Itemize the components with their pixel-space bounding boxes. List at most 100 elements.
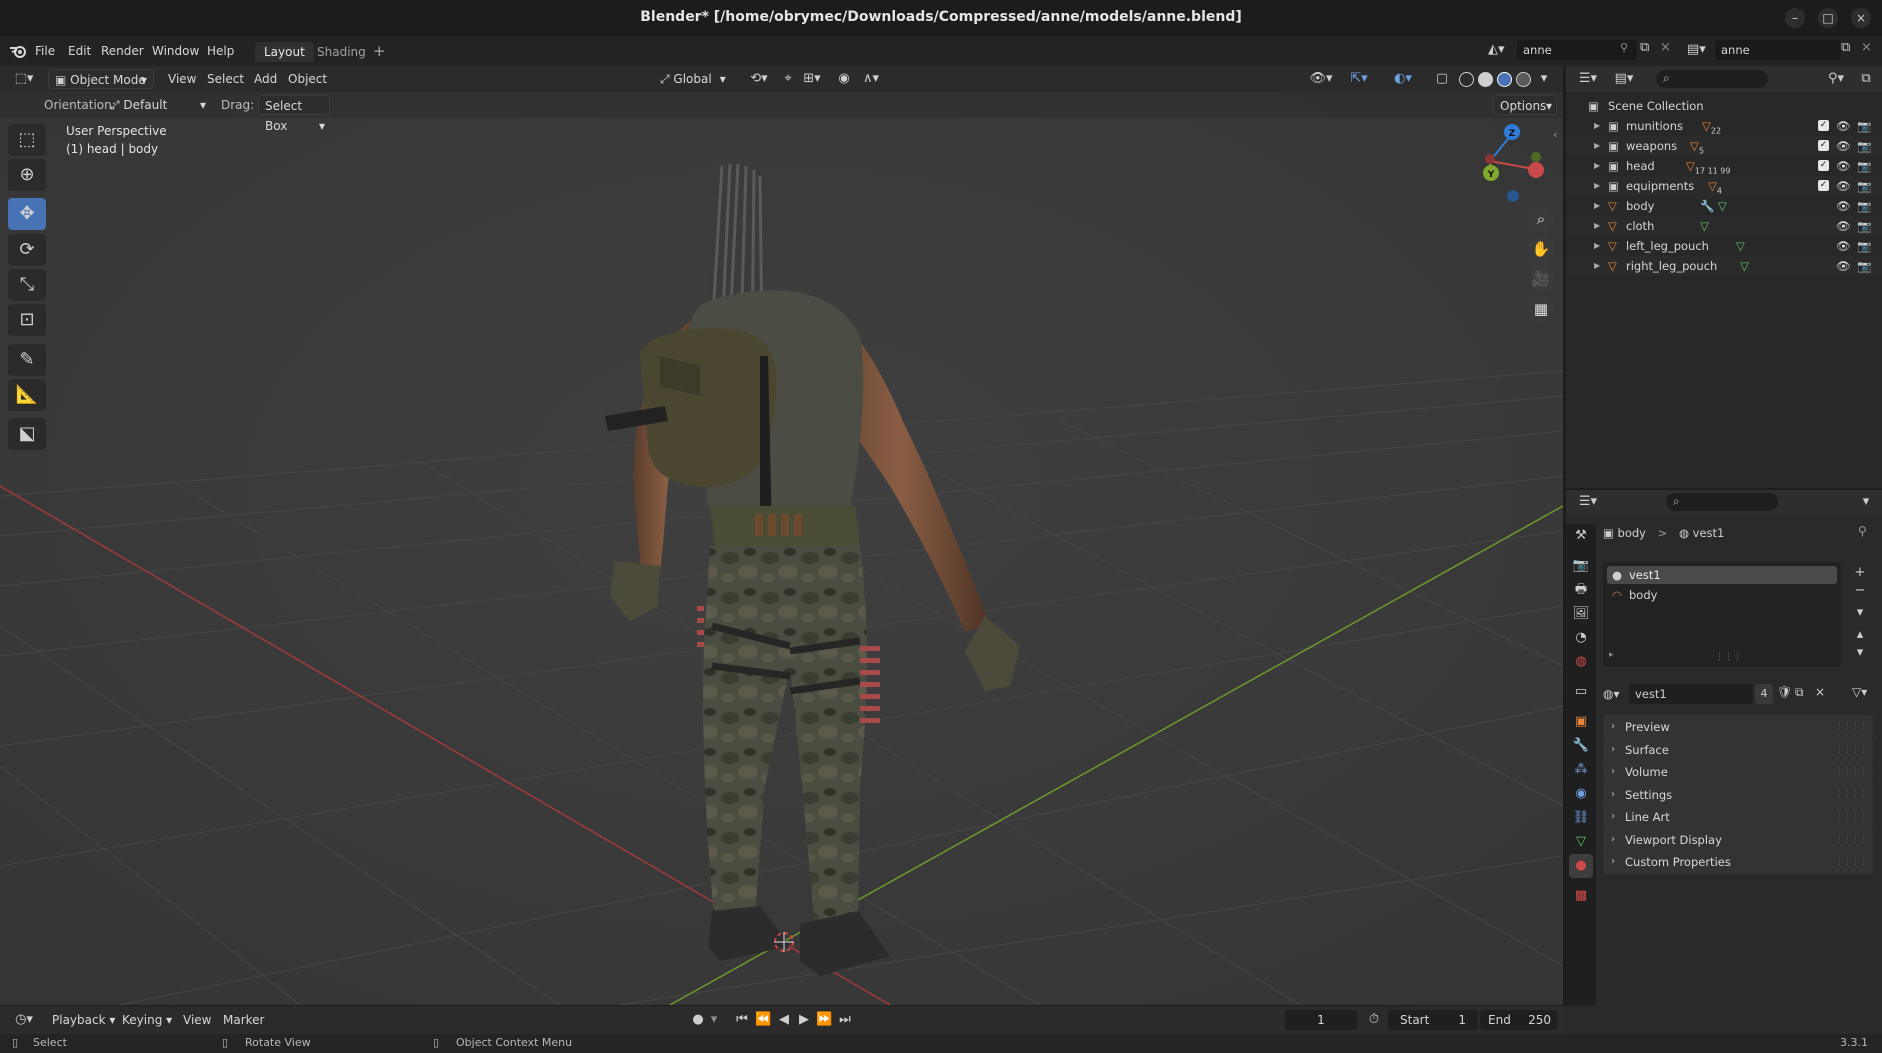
menu-render[interactable]: Render [101, 42, 144, 60]
menu-help[interactable]: Help [207, 42, 234, 60]
tab-layout[interactable]: Layout [255, 42, 314, 62]
exclude-checkbox[interactable]: ✓ [1818, 180, 1829, 191]
jump-start-icon[interactable]: ⏮ [734, 1012, 750, 1028]
orientation-dropdown[interactable]: ⤢ Default ▾ [110, 95, 206, 115]
editor-type-icon[interactable]: ⬚▾ [10, 71, 38, 87]
panel-settings[interactable]: › Settings ⋮⋮⋮⋮ [1603, 782, 1873, 807]
chevron-down-icon[interactable]: ▾ [1858, 494, 1874, 510]
drag-grip-icon[interactable]: ⋮⋮⋮⋮ [1835, 828, 1868, 852]
filter-icon[interactable]: ⚲▾ [1822, 71, 1850, 87]
prev-keyframe-icon[interactable]: ⏪ [755, 1012, 771, 1028]
properties-editor[interactable]: ☰▾ ⌕ ▾ ⚒ 📷 🖶 🖼 ◔ ◍ ▭ ▣ 🔧 ⁂ ◉ ⛓ ▽ ● ▩ ▣ b… [1566, 490, 1882, 1034]
disclosure-triangle-icon[interactable]: ▶ [1594, 136, 1600, 156]
fake-user-icon[interactable]: 🛡 [1777, 685, 1792, 699]
material-name-field[interactable]: vest1 [1629, 684, 1753, 704]
scale-tool-icon[interactable]: ⤡ [8, 269, 46, 301]
display-mode-icon[interactable]: ▤▾ [1610, 71, 1638, 87]
unlink-material-icon[interactable]: × [1815, 685, 1825, 699]
view-layer-selector[interactable]: anne [1715, 40, 1841, 60]
panel-surface[interactable]: › Surface ⋮⋮⋮⋮ [1603, 737, 1873, 762]
editor-type-icon[interactable]: ☰▾ [1574, 494, 1602, 510]
slot-specials-icon[interactable]: ▾ [1850, 604, 1870, 622]
scene-pin-icon[interactable]: ⚲ [1620, 41, 1628, 54]
menu-playback[interactable]: Playback ▾ [52, 1010, 115, 1030]
menu-view[interactable]: View [168, 69, 196, 89]
rendered-shading-icon[interactable] [1516, 72, 1531, 87]
scene-tab-icon[interactable]: ◔ [1569, 626, 1593, 650]
exclude-checkbox[interactable]: ✓ [1818, 160, 1829, 171]
visibility-eye-icon[interactable]: 👁 [1836, 136, 1851, 156]
select-box-tool-icon[interactable]: ⬚ [8, 124, 46, 156]
3d-viewport[interactable]: Z Y ⬚▾ ▣ Object Mode ▾ View Select Add Ob… [0, 66, 1563, 1005]
render-tab-icon[interactable]: 📷 [1569, 554, 1593, 578]
visibility-icon[interactable]: 👁▾ [1306, 71, 1336, 87]
outliner-row-weapons[interactable]: ▶ ▣ weapons ▽5 ✓ 👁 📷 [1566, 136, 1882, 156]
expand-list-icon[interactable]: ▸ [1609, 650, 1614, 660]
move-slot-up-icon[interactable]: ▴ [1850, 626, 1870, 644]
menu-file[interactable]: File [35, 42, 55, 60]
drag-dropdown[interactable]: Select Box ▾ [258, 95, 330, 133]
new-collection-icon[interactable]: ⧉ [1858, 71, 1874, 87]
new-scene-icon[interactable]: ⧉ [1640, 40, 1649, 55]
outliner-row-body[interactable]: ▶ ▽ body 🔧 ▽ 👁 📷 [1566, 196, 1882, 216]
outliner-row-cloth[interactable]: ▶ ▽ cloth ▽ 👁 📷 [1566, 216, 1882, 236]
jump-end-icon[interactable]: ⏭ [837, 1012, 853, 1028]
solid-shading-icon[interactable] [1478, 72, 1493, 87]
ortho-toggle-icon[interactable]: ▦ [1528, 296, 1554, 322]
record-keyframe-icon[interactable]: ● [690, 1012, 706, 1028]
pin-icon[interactable]: ⚲ [1858, 524, 1867, 538]
tool-tab-icon[interactable]: ⚒ [1569, 524, 1593, 548]
menu-edit[interactable]: Edit [68, 42, 91, 60]
scene-collection-row[interactable]: ▣ Scene Collection [1566, 96, 1882, 116]
overlay-toggle-icon[interactable]: ◐▾ [1388, 71, 1418, 87]
preview-range-icon[interactable]: ⏱ [1366, 1012, 1382, 1028]
cursor-tool-icon[interactable]: ⊕ [8, 159, 46, 191]
resize-handle-icon[interactable]: ⋮⋮⋮ [1715, 652, 1742, 662]
editor-type-icon[interactable]: ☰▾ [1574, 71, 1602, 87]
camera-view-icon[interactable]: 🎥 [1528, 266, 1554, 292]
restore-button[interactable]: □ [1818, 8, 1838, 28]
world-tab-icon[interactable]: ◍ [1569, 650, 1593, 674]
render-camera-icon[interactable]: 📷 [1857, 256, 1871, 276]
xray-toggle-icon[interactable]: ▢ [1434, 71, 1450, 87]
measure-tool-icon[interactable]: 📐 [8, 379, 46, 411]
sidebar-toggle-icon[interactable]: ‹ [1553, 128, 1557, 141]
falloff-icon[interactable]: ∧▾ [858, 71, 884, 87]
delete-view-layer-icon[interactable]: × [1861, 40, 1872, 55]
tab-shading[interactable]: Shading [308, 42, 375, 62]
close-button[interactable]: × [1851, 8, 1871, 28]
visibility-eye-icon[interactable]: 👁 [1836, 196, 1851, 216]
panel-viewport-display[interactable]: › Viewport Display ⋮⋮⋮⋮ [1603, 827, 1873, 852]
mode-selector[interactable]: ▣ Object Mode ▾ [48, 69, 154, 89]
scene-type-icon[interactable]: ◭▾ [1488, 40, 1516, 60]
outliner-row-munitions[interactable]: ▶ ▣ munitions ▽22 ✓ 👁 📷 [1566, 116, 1882, 136]
material-slot-list[interactable]: ● vest1 ◠ body ▸ ⋮⋮⋮ [1603, 562, 1841, 667]
panel-preview[interactable]: › Preview ⋮⋮⋮⋮ [1603, 715, 1873, 739]
add-cube-tool-icon[interactable]: ⬕ [8, 418, 46, 450]
visibility-eye-icon[interactable]: 👁 [1836, 236, 1851, 256]
rotate-tool-icon[interactable]: ⟳ [8, 234, 46, 266]
visibility-eye-icon[interactable]: 👁 [1836, 216, 1851, 236]
next-keyframe-icon[interactable]: ⏩ [816, 1012, 832, 1028]
add-slot-icon[interactable]: + [1850, 564, 1870, 582]
disclosure-triangle-icon[interactable]: ▶ [1594, 156, 1600, 176]
material-preview-shading-icon[interactable] [1497, 72, 1512, 87]
constraints-tab-icon[interactable]: ⛓ [1569, 806, 1593, 830]
outliner-row-right-leg-pouch[interactable]: ▶ ▽ right_leg_pouch ▽ 👁 📷 [1566, 256, 1882, 276]
menu-add[interactable]: Add [254, 69, 277, 89]
view-layer-tab-icon[interactable]: 🖼 [1569, 602, 1593, 626]
outliner-search-input[interactable]: ⌕ [1656, 70, 1768, 88]
particles-tab-icon[interactable]: ⁂ [1569, 758, 1593, 782]
exclude-checkbox[interactable]: ✓ [1818, 120, 1829, 131]
shading-options-chevron-icon[interactable]: ▾ [1536, 71, 1552, 87]
output-tab-icon[interactable]: 🖶 [1569, 578, 1593, 602]
proportional-edit-icon[interactable]: ◉ [836, 71, 852, 87]
current-frame-field[interactable]: 1 [1285, 1010, 1357, 1030]
drag-grip-icon[interactable]: ⋮⋮⋮⋮ [1835, 738, 1868, 762]
blender-logo-icon[interactable] [9, 43, 27, 59]
render-camera-icon[interactable]: 📷 [1857, 156, 1871, 176]
texture-tab-icon[interactable]: ▩ [1569, 884, 1593, 908]
outliner-row-equipments[interactable]: ▶ ▣ equipments ▽4 ✓ 👁 📷 [1566, 176, 1882, 196]
modifier-tab-icon[interactable]: 🔧 [1569, 734, 1593, 758]
delete-scene-icon[interactable]: × [1660, 40, 1671, 55]
